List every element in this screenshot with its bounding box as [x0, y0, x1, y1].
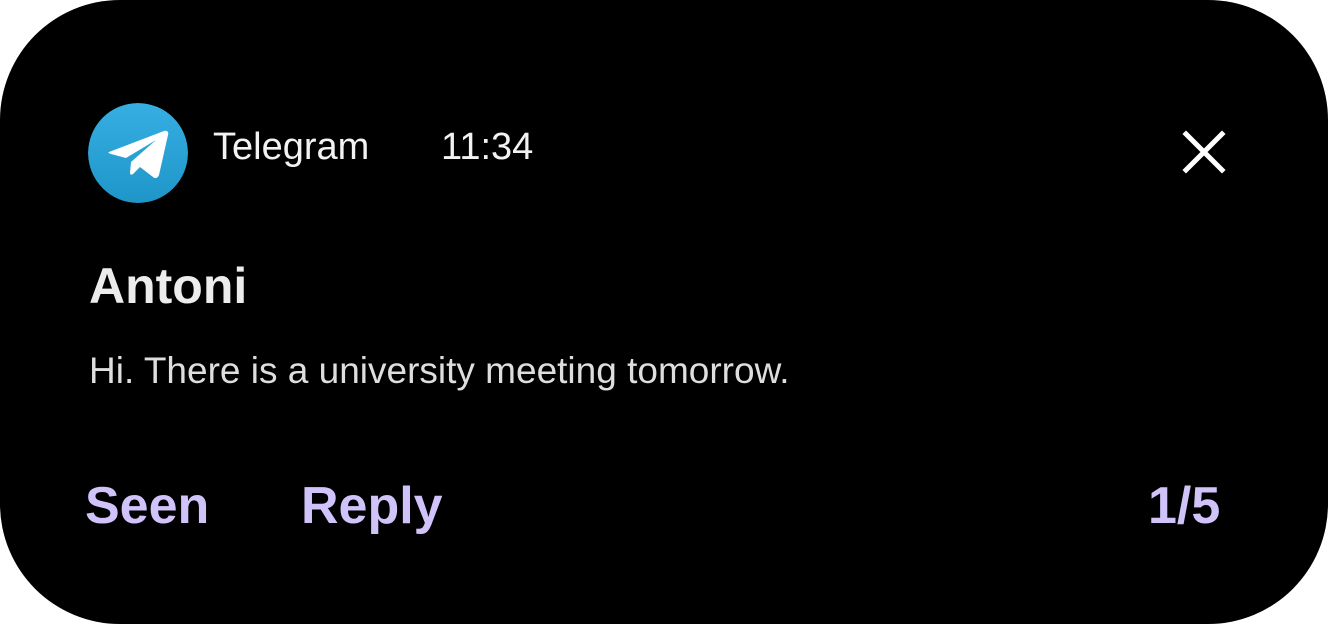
notification-time: 11:34 [441, 126, 534, 168]
telegram-icon [88, 103, 188, 203]
reply-button[interactable]: Reply [301, 476, 443, 536]
seen-button[interactable]: Seen [85, 476, 209, 536]
notification-card[interactable]: Telegram 11:34 Antoni Hi. There is a uni… [0, 0, 1328, 624]
app-name: Telegram [213, 126, 370, 168]
close-icon[interactable] [1174, 122, 1234, 182]
message-text: Hi. There is a university meeting tomorr… [89, 350, 790, 391]
sender-name: Antoni [89, 258, 248, 314]
close-button[interactable] [1174, 122, 1234, 182]
notification-counter: 1/5 [1148, 477, 1221, 535]
